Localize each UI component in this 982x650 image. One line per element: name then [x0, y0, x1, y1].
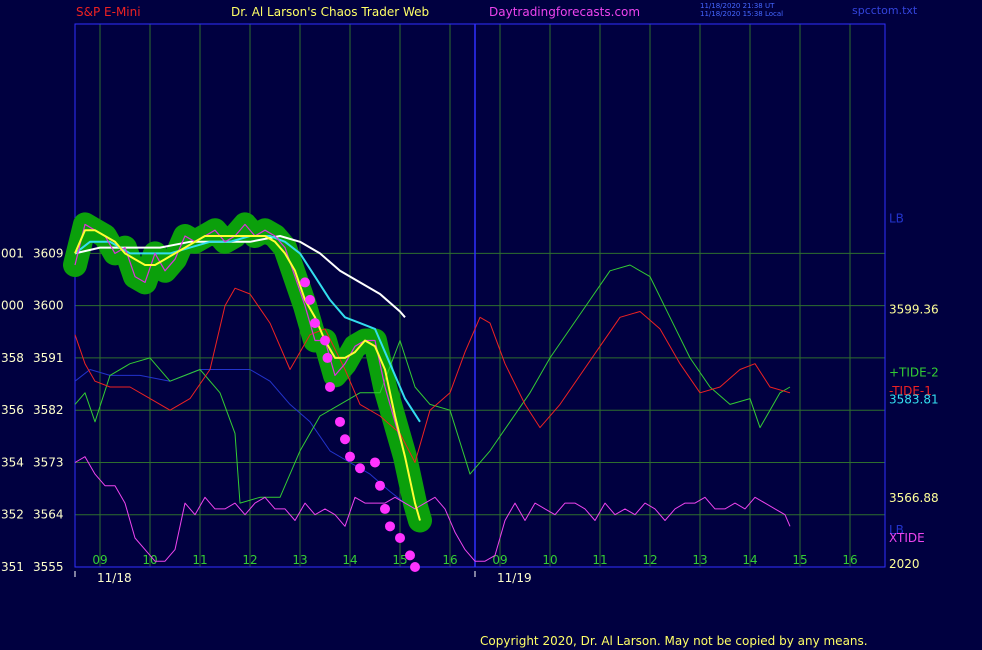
y-tick-left: 358	[1, 351, 24, 365]
series-tide_minus	[74, 287, 791, 463]
y-tick-price: 3564	[33, 508, 64, 522]
right-label: 3566.88	[889, 491, 939, 505]
x-tick-label: 10	[542, 553, 557, 567]
signal-dot	[405, 550, 415, 561]
signal-dot	[310, 318, 320, 329]
x-tick-label: 12	[242, 553, 257, 567]
plot-frame	[74, 23, 886, 568]
date-label: 11/19	[497, 571, 532, 585]
signal-dot	[385, 521, 395, 532]
signal-dot	[375, 480, 385, 491]
signal-dot	[370, 457, 380, 468]
y-tick-left: 356	[1, 403, 24, 417]
x-tick-label: 13	[292, 553, 307, 567]
y-tick-left: 351	[1, 560, 24, 574]
x-tick-label: 12	[642, 553, 657, 567]
signal-dot	[410, 562, 420, 572]
signal-dot	[320, 335, 330, 346]
signal-dot	[335, 416, 345, 427]
signal-dot	[395, 532, 405, 543]
y-tick-price: 3582	[33, 403, 64, 417]
price-chart: 351 3555 352 3564 354 3573 356 3582 358 3591 000 36…	[1, 23, 939, 585]
y-tick-price: 3573	[33, 455, 64, 469]
series-band_line	[74, 369, 406, 504]
timestamp-ut: 11/18/2020 21:38 UT	[700, 2, 775, 10]
x-tick-label: 16	[842, 553, 857, 567]
signal-dot	[340, 434, 350, 445]
x-tick-label: 11	[592, 553, 607, 567]
y-tick-left: 352	[1, 508, 24, 522]
x-tick-label: 15	[792, 553, 807, 567]
right-label: 3599.36	[889, 302, 939, 316]
signal-dot	[305, 294, 315, 305]
y-tick-left: 354	[1, 455, 24, 469]
y-tick-left: 001	[1, 246, 24, 260]
series-xtide	[74, 456, 791, 562]
series-tide_plus	[74, 264, 791, 504]
y-tick-price: 3555	[33, 560, 64, 574]
right-label: XTIDE	[889, 531, 925, 545]
y-tick-left: 000	[1, 299, 24, 313]
price-band	[63, 212, 432, 533]
signal-dot	[345, 451, 355, 462]
site-label: Daytradingforecasts.com	[489, 5, 641, 19]
instrument-label: S&P E-Mini	[76, 5, 141, 19]
data-file-label: spcctom.txt	[852, 4, 918, 17]
right-label: +TIDE-2	[889, 365, 939, 379]
right-label: LB	[889, 212, 904, 226]
signal-dot	[380, 503, 390, 514]
timestamp-local: 11/18/2020 15:38 Local	[700, 10, 784, 18]
x-tick-label: 11	[192, 553, 207, 567]
signal-dot	[322, 352, 333, 363]
signal-dot	[325, 381, 335, 392]
x-tick-label: 14	[742, 553, 757, 567]
x-tick-label: 14	[342, 553, 357, 567]
x-tick-label: 09	[92, 553, 107, 567]
y-tick-price: 3600	[33, 299, 64, 313]
x-tick-label: 16	[442, 553, 457, 567]
date-label: 11/18	[97, 571, 132, 585]
y-tick-price: 3609	[33, 246, 64, 260]
y-tick-price: 3591	[33, 351, 64, 365]
copyright: Copyright 2020, Dr. Al Larson. May not b…	[480, 634, 868, 648]
x-tick-label: 13	[692, 553, 707, 567]
signal-dot	[300, 277, 310, 288]
right-label: 2020	[889, 557, 920, 571]
signal-dot	[355, 463, 365, 474]
chart-title: Dr. Al Larson's Chaos Trader Web	[231, 5, 430, 19]
right-label: 3583.81	[889, 393, 939, 407]
